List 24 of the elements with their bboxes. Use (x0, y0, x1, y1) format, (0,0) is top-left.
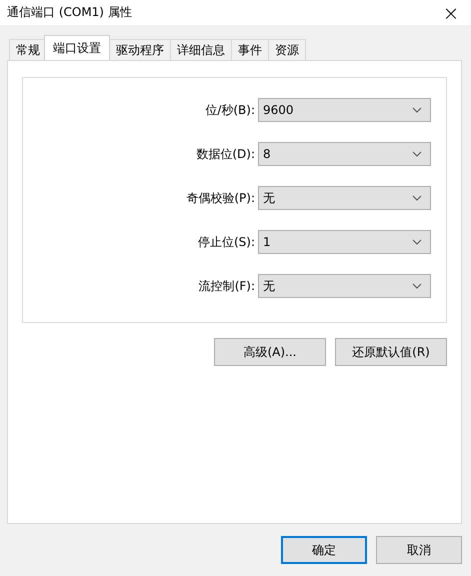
field-label: 数据位(D): (196, 146, 255, 162)
dialog-button[interactable]: 高级(A)... (214, 338, 326, 366)
chevron-down-icon (412, 283, 422, 289)
chevron-down-icon (412, 195, 422, 201)
tab[interactable]: 常规 (9, 39, 47, 60)
window-title: 通信端口 (COM1) 属性 (7, 4, 132, 21)
dropdown[interactable]: 9600 (258, 98, 431, 122)
dialog-button[interactable]: 还原默认值(R) (335, 338, 447, 366)
dropdown[interactable]: 8 (258, 142, 431, 166)
tab[interactable]: 资源 (268, 39, 306, 60)
field-label: 位/秒(B): (205, 102, 255, 118)
field-label: 奇偶校验(P): (186, 190, 255, 206)
chevron-down-icon (412, 239, 422, 245)
dropdown[interactable]: 1 (258, 230, 431, 254)
field-label: 停止位(S): (198, 234, 255, 250)
field-label: 流控制(F): (198, 278, 255, 294)
close-button[interactable]: × (431, 0, 471, 25)
tab[interactable]: 端口设置 (44, 35, 110, 60)
dialog-button[interactable]: 取消 (376, 536, 462, 564)
dialog-button[interactable]: 确定 (281, 536, 367, 564)
chevron-down-icon (412, 151, 422, 157)
dropdown[interactable]: 无 (258, 186, 431, 210)
dropdown[interactable]: 无 (258, 274, 431, 298)
chevron-down-icon (412, 107, 422, 113)
